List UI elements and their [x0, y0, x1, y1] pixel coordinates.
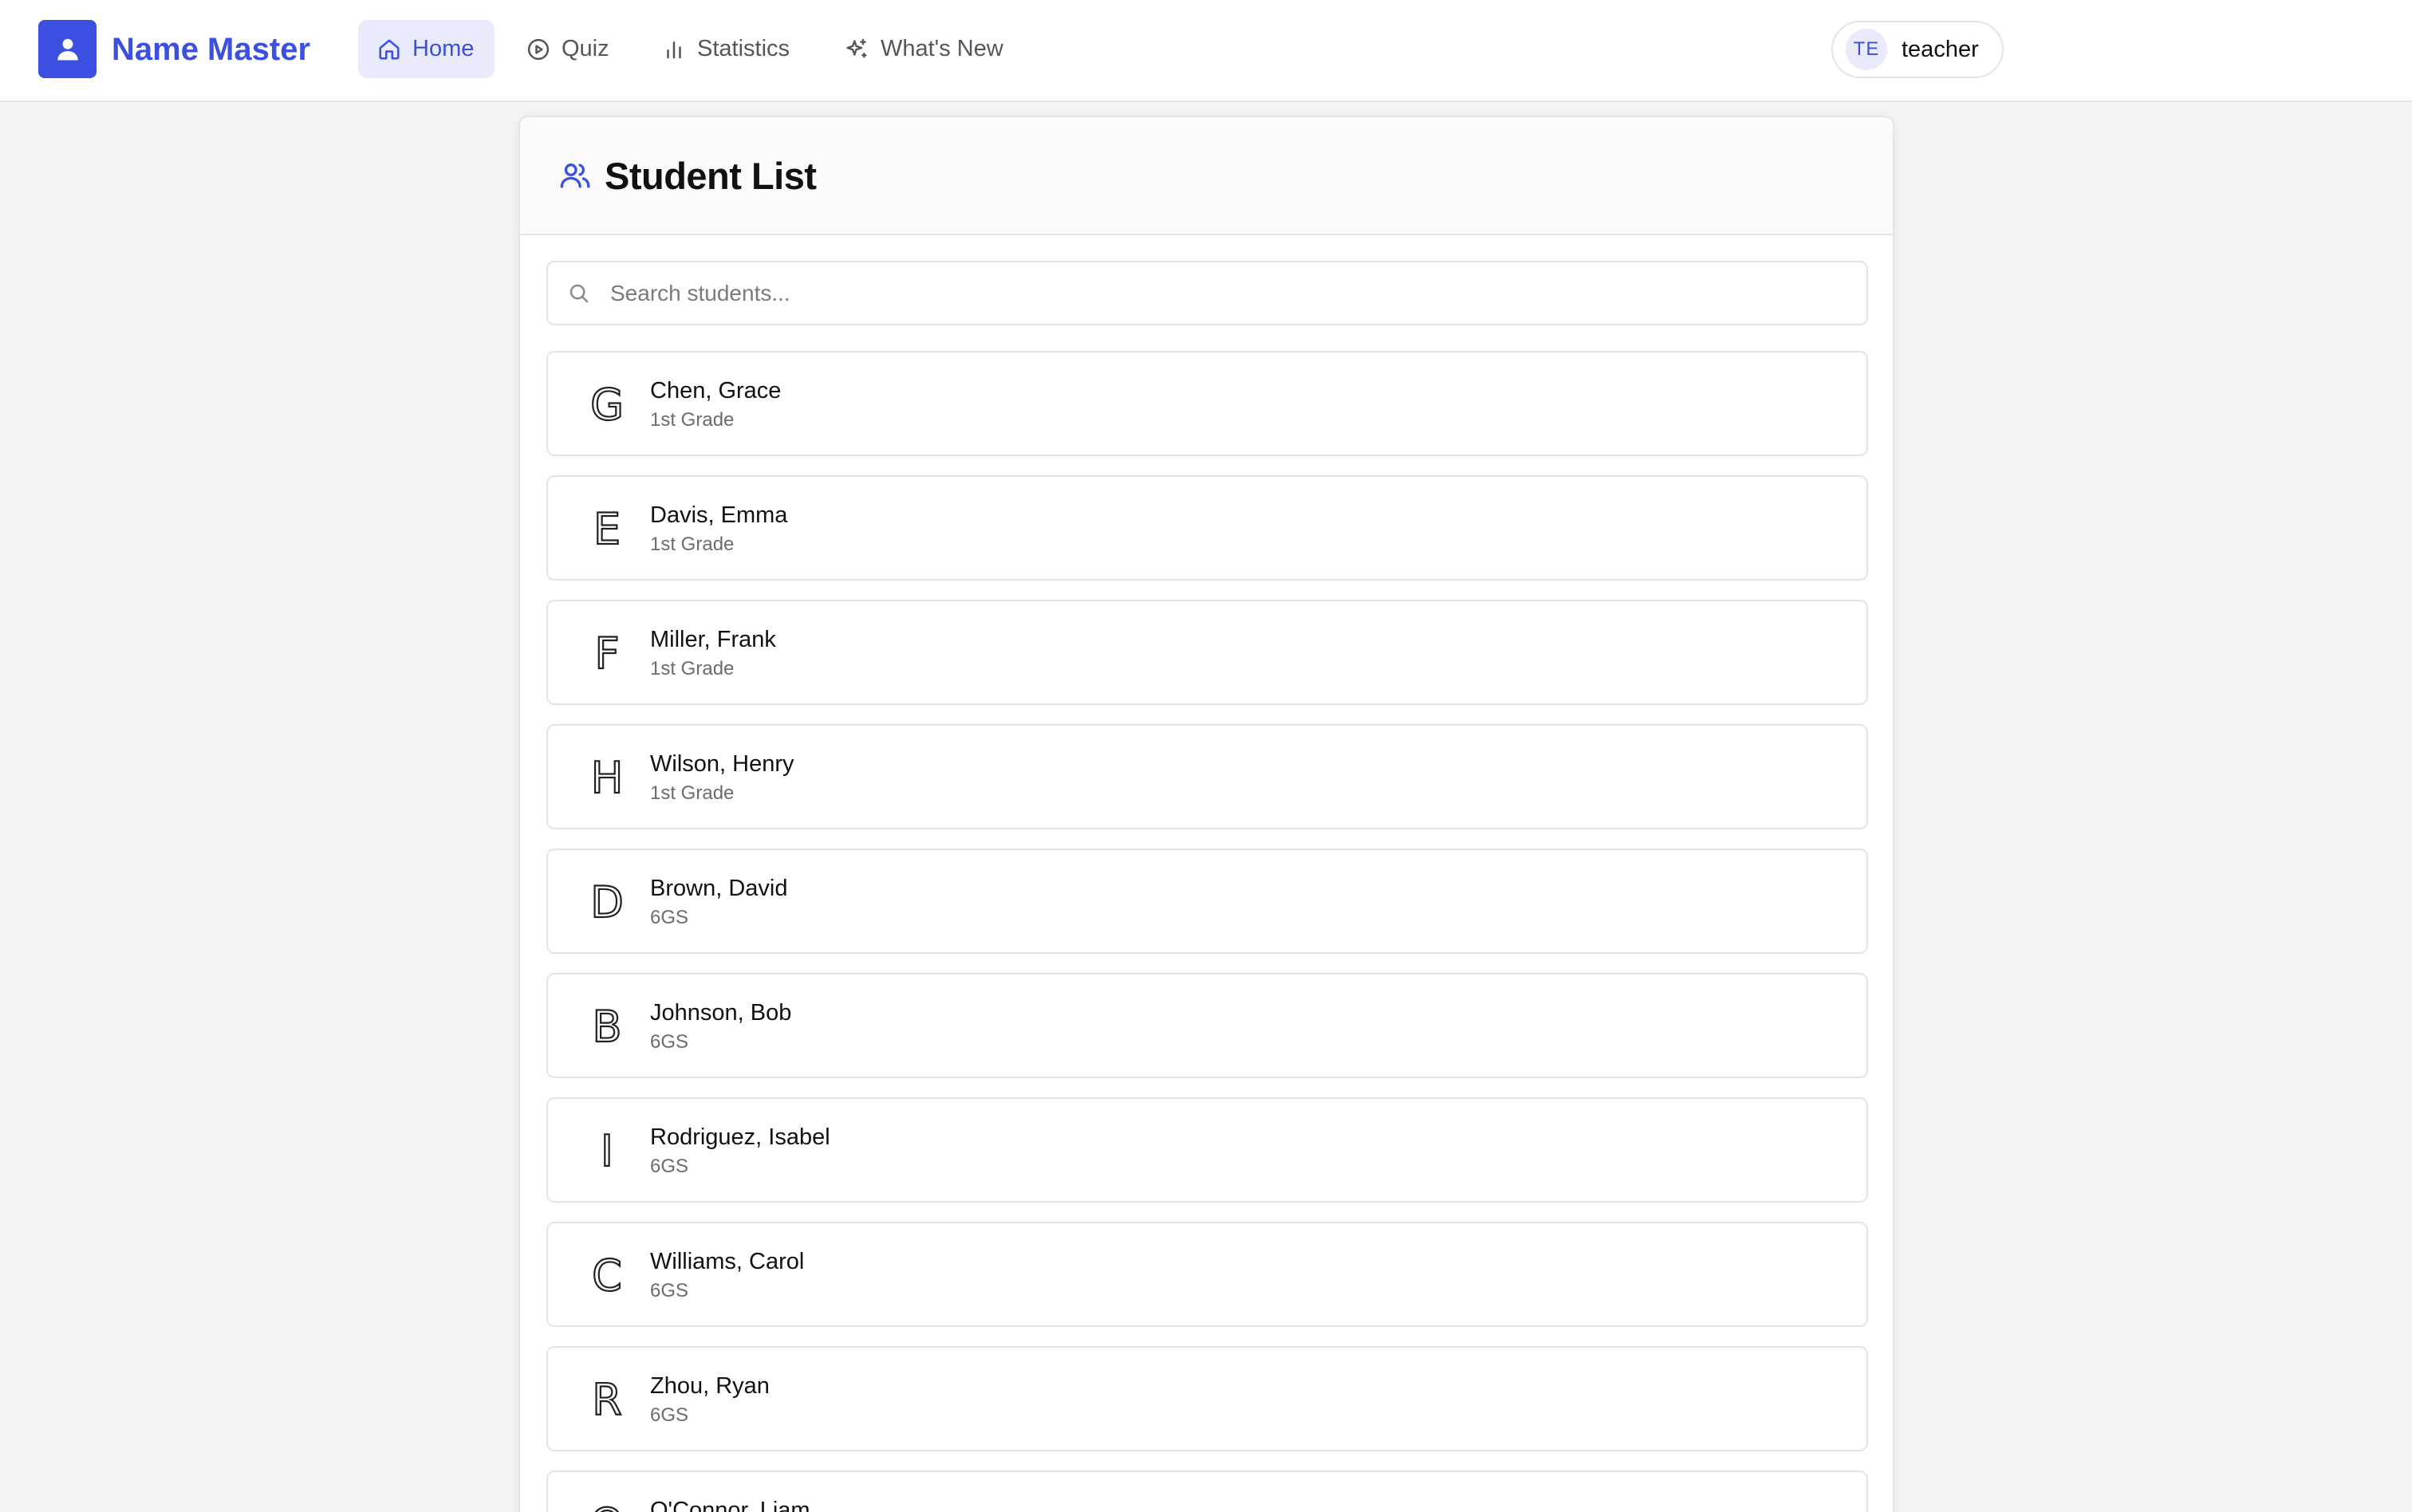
- student-initial: I: [600, 1125, 614, 1177]
- student-initial: D: [589, 876, 625, 928]
- student-row-zhou-ryan[interactable]: R Zhou, Ryan 6GS: [546, 1346, 1868, 1451]
- nav-statistics[interactable]: Statistics: [643, 20, 809, 78]
- student-class: 1st Grade: [650, 782, 735, 804]
- page-title: Student List: [605, 154, 817, 197]
- student-row-johnson-bob[interactable]: B Johnson, Bob 6GS: [546, 973, 1868, 1078]
- top-navbar: Name Master Home Quiz Statistics What's …: [0, 0, 2412, 102]
- student-initial: C: [591, 1250, 623, 1301]
- nav-whats-new[interactable]: What's New: [825, 20, 1023, 78]
- student-initial: E: [593, 503, 621, 555]
- student-initial: O: [583, 1498, 631, 1512]
- student-class: 1st Grade: [650, 409, 735, 431]
- student-class: 1st Grade: [650, 658, 735, 679]
- nav-whats-new-label: What's New: [881, 36, 1003, 61]
- student-initial: R: [591, 1374, 623, 1426]
- student-name: O'Connor, Liam: [650, 1498, 810, 1512]
- search-input[interactable]: [610, 280, 1807, 306]
- play-circle-icon: [527, 38, 550, 60]
- nav-statistics-label: Statistics: [697, 36, 790, 61]
- nav-home-label: Home: [412, 36, 475, 61]
- card-header: Student List: [520, 117, 1893, 235]
- student-class: 6GS: [650, 1404, 689, 1426]
- student-name: Zhou, Ryan: [650, 1373, 770, 1399]
- student-class: 6GS: [650, 1156, 689, 1177]
- student-row-oconnor-liam[interactable]: O O'Connor, Liam: [546, 1471, 1868, 1512]
- home-icon: [379, 39, 400, 59]
- student-name: Chen, Grace: [650, 378, 782, 404]
- student-row-miller-frank[interactable]: F Miller, Frank 1st Grade: [546, 600, 1868, 705]
- student-name: Davis, Emma: [650, 502, 788, 528]
- student-row-williams-carol[interactable]: C Williams, Carol 6GS: [546, 1222, 1868, 1327]
- student-initial: G: [589, 379, 625, 431]
- student-initial: B: [591, 1001, 622, 1053]
- users-icon: [560, 163, 590, 188]
- student-row-rodriguez-isabel[interactable]: I Rodriguez, Isabel 6GS: [546, 1097, 1868, 1203]
- app-title[interactable]: Name Master: [112, 27, 310, 72]
- search-icon: [570, 284, 589, 302]
- nav-quiz[interactable]: Quiz: [507, 20, 629, 78]
- student-name: Johnson, Bob: [650, 1000, 792, 1026]
- user-name: teacher: [1902, 36, 1979, 62]
- student-row-brown-david[interactable]: D Brown, David 6GS: [546, 849, 1868, 954]
- avatar: TE: [1846, 29, 1887, 70]
- student-name: Wilson, Henry: [650, 751, 794, 777]
- student-initial: F: [593, 628, 620, 679]
- app-logo[interactable]: [38, 20, 97, 78]
- nav-quiz-label: Quiz: [562, 36, 609, 61]
- student-name: Miller, Frank: [650, 627, 776, 652]
- student-class: 6GS: [650, 1280, 689, 1301]
- student-name: Williams, Carol: [650, 1249, 805, 1274]
- nav-home[interactable]: Home: [358, 20, 495, 78]
- student-name: Rodriguez, Isabel: [650, 1124, 830, 1150]
- student-list-card: Student List G Chen, Grace 1st Grade E D…: [518, 116, 1894, 1512]
- sparkles-icon: [846, 38, 867, 58]
- student-row-chen-grace[interactable]: G Chen, Grace 1st Grade: [546, 351, 1868, 456]
- student-initial: H: [590, 752, 625, 804]
- bar-chart-icon: [667, 41, 681, 58]
- student-class: 6GS: [650, 907, 689, 928]
- user-menu-button[interactable]: TE teacher: [1831, 21, 2004, 78]
- student-class: 6GS: [650, 1031, 689, 1053]
- student-name: Brown, David: [650, 876, 788, 901]
- search-box[interactable]: [546, 261, 1868, 325]
- user-icon: [57, 38, 78, 60]
- student-row-davis-emma[interactable]: E Davis, Emma 1st Grade: [546, 475, 1868, 581]
- student-class: 1st Grade: [650, 534, 735, 555]
- student-row-wilson-henry[interactable]: H Wilson, Henry 1st Grade: [546, 724, 1868, 829]
